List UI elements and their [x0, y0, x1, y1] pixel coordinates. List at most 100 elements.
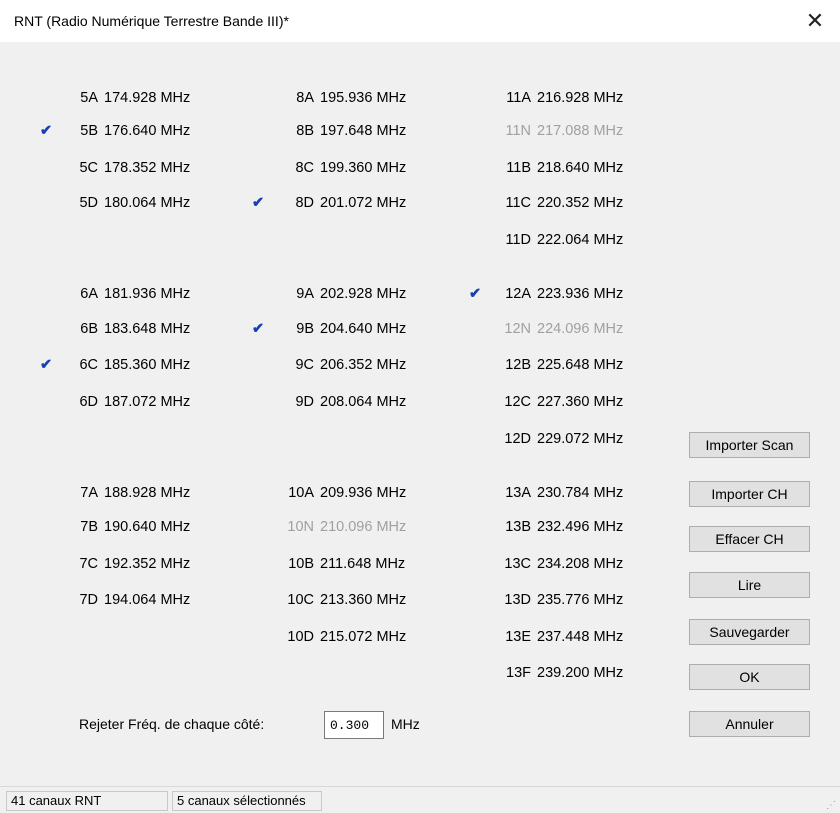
channel-12d[interactable]: 12D 229.072 MHz [489, 431, 623, 447]
channel-11b[interactable]: 11B 218.640 MHz [489, 160, 623, 176]
channel-frequency: 213.360 MHz [320, 592, 407, 608]
channel-10d[interactable]: 10D 215.072 MHz [272, 629, 406, 645]
channel-code: 11C [505, 195, 531, 211]
channel-code: 11D [505, 232, 531, 248]
channel-code: 12A [505, 286, 531, 302]
channel-code: 6C [79, 357, 98, 373]
channel-frequency: 218.640 MHz [537, 160, 624, 176]
annuler-button[interactable]: Annuler [689, 711, 810, 737]
channel-8b[interactable]: 8B 197.648 MHz [272, 123, 406, 139]
channel-frequency: 217.088 MHz [537, 123, 624, 139]
channel-code: 11N [505, 123, 531, 139]
channel-code: 13F [506, 665, 531, 681]
channel-frequency: 235.776 MHz [537, 592, 624, 608]
channel-frequency: 190.640 MHz [104, 519, 191, 535]
channel-code: 8C [295, 160, 314, 176]
effacer-ch-button[interactable]: Effacer CH [689, 526, 810, 552]
channel-13a[interactable]: 13A 230.784 MHz [489, 485, 623, 501]
resize-grip-icon[interactable]: ⋰ [826, 800, 836, 811]
channel-frequency: 185.360 MHz [104, 357, 191, 373]
channel-9b[interactable]: ✔ 9B 204.640 MHz [252, 321, 406, 337]
channel-13d[interactable]: 13D 235.776 MHz [489, 592, 623, 608]
channel-frequency: 197.648 MHz [320, 123, 407, 139]
channel-code: 9A [296, 286, 314, 302]
channel-5a[interactable]: 5A 174.928 MHz [60, 90, 190, 106]
channel-frequency: 225.648 MHz [537, 357, 624, 373]
channel-7b[interactable]: 7B 190.640 MHz [60, 519, 190, 535]
importer-scan-button[interactable]: Importer Scan [689, 432, 810, 458]
channel-frequency: 178.352 MHz [104, 160, 191, 176]
close-icon[interactable]: ✕ [800, 6, 830, 36]
channel-12a[interactable]: ✔ 12A 223.936 MHz [469, 286, 624, 302]
channel-code: 8A [296, 90, 314, 106]
status-selected-count: 5 canaux sélectionnés [172, 791, 322, 811]
channel-code: 5D [79, 195, 98, 211]
channel-10a[interactable]: 10A 209.936 MHz [272, 485, 406, 501]
channel-frequency: 209.936 MHz [320, 485, 407, 501]
channel-6a[interactable]: 6A 181.936 MHz [60, 286, 190, 302]
lire-button[interactable]: Lire [689, 572, 810, 598]
channel-5d[interactable]: 5D 180.064 MHz [60, 195, 190, 211]
channel-code: 13C [504, 556, 531, 572]
channel-10c[interactable]: 10C 213.360 MHz [272, 592, 406, 608]
channel-5b[interactable]: ✔ 5B 176.640 MHz [40, 123, 191, 139]
channel-code: 5C [79, 160, 98, 176]
channel-frequency: 187.072 MHz [104, 394, 191, 410]
channel-code: 9B [296, 321, 314, 337]
channel-frequency: 237.448 MHz [537, 629, 624, 645]
channel-9c[interactable]: 9C 206.352 MHz [272, 357, 406, 373]
channel-9d[interactable]: 9D 208.064 MHz [272, 394, 406, 410]
channel-5c[interactable]: 5C 178.352 MHz [60, 160, 190, 176]
channel-13e[interactable]: 13E 237.448 MHz [489, 629, 623, 645]
channel-7c[interactable]: 7C 192.352 MHz [60, 556, 190, 572]
channel-code: 10N [287, 519, 314, 535]
channel-frequency: 227.360 MHz [537, 394, 624, 410]
channel-7d[interactable]: 7D 194.064 MHz [60, 592, 190, 608]
status-channel-count: 41 canaux RNT [6, 791, 168, 811]
channel-6d[interactable]: 6D 187.072 MHz [60, 394, 190, 410]
channel-frequency: 195.936 MHz [320, 90, 407, 106]
channel-11n[interactable]: 11N 217.088 MHz [489, 123, 623, 139]
channel-9a[interactable]: 9A 202.928 MHz [272, 286, 406, 302]
importer-ch-button[interactable]: Importer CH [689, 481, 810, 507]
channel-frequency: 220.352 MHz [537, 195, 624, 211]
channel-code: 13A [505, 485, 531, 501]
channel-13f[interactable]: 13F 239.200 MHz [489, 665, 623, 681]
channel-6c[interactable]: ✔ 6C 185.360 MHz [40, 357, 191, 373]
channel-8c[interactable]: 8C 199.360 MHz [272, 160, 406, 176]
channel-frequency: 223.936 MHz [537, 286, 624, 302]
channel-13c[interactable]: 13C 234.208 MHz [489, 556, 623, 572]
channel-6b[interactable]: 6B 183.648 MHz [60, 321, 190, 337]
channel-10b[interactable]: 10B 211.648 MHz [272, 556, 405, 572]
channel-frequency: 202.928 MHz [320, 286, 407, 302]
reject-frequency-input[interactable] [324, 711, 384, 739]
ok-button[interactable]: OK [689, 664, 810, 690]
channel-frequency: 210.096 MHz [320, 519, 407, 535]
channel-frequency: 174.928 MHz [104, 90, 191, 106]
channel-frequency: 181.936 MHz [104, 286, 191, 302]
channel-code: 11A [506, 90, 531, 106]
channel-12c[interactable]: 12C 227.360 MHz [489, 394, 623, 410]
channel-11c[interactable]: 11C 220.352 MHz [489, 195, 623, 211]
channel-8d[interactable]: ✔ 8D 201.072 MHz [252, 195, 406, 211]
channel-12n[interactable]: 12N 224.096 MHz [489, 321, 623, 337]
channel-code: 12B [505, 357, 531, 373]
channel-11a[interactable]: 11A 216.928 MHz [489, 90, 623, 106]
channel-11d[interactable]: 11D 222.064 MHz [489, 232, 623, 248]
channel-frequency: 176.640 MHz [104, 123, 191, 139]
channel-frequency: 215.072 MHz [320, 629, 407, 645]
channel-frequency: 208.064 MHz [320, 394, 407, 410]
channel-7a[interactable]: 7A 188.928 MHz [60, 485, 190, 501]
channel-13b[interactable]: 13B 232.496 MHz [489, 519, 623, 535]
channel-frequency: 188.928 MHz [104, 485, 191, 501]
channel-code: 6A [80, 286, 98, 302]
channel-frequency: 206.352 MHz [320, 357, 407, 373]
channel-code: 5A [80, 90, 98, 106]
channel-10n[interactable]: 10N 210.096 MHz [272, 519, 406, 535]
channel-8a[interactable]: 8A 195.936 MHz [272, 90, 406, 106]
sauvegarder-button[interactable]: Sauvegarder [689, 619, 810, 645]
channel-code: 8D [295, 195, 314, 211]
channel-code: 8B [296, 123, 314, 139]
channel-code: 5B [80, 123, 98, 139]
channel-12b[interactable]: 12B 225.648 MHz [489, 357, 623, 373]
